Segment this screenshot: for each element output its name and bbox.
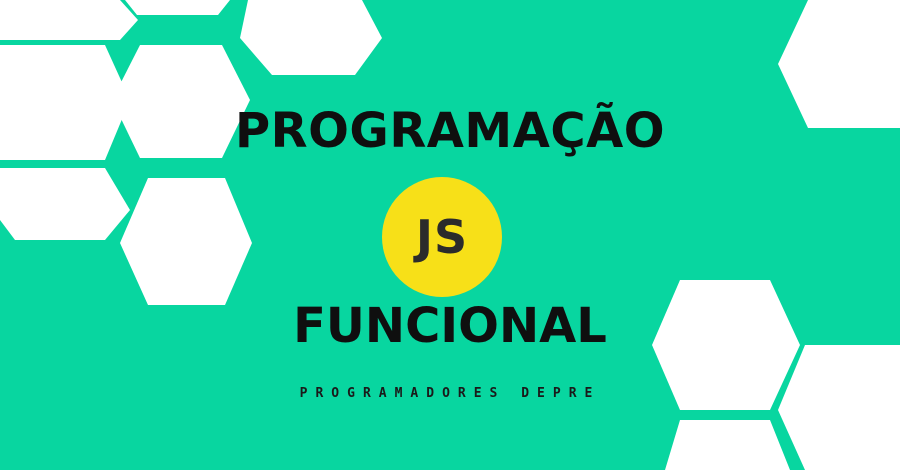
js-logo-text: JS: [415, 210, 469, 264]
hexagon-left-7: [120, 178, 252, 305]
hexagon-left-3: [240, 0, 382, 75]
title-programacao: PROGRAMAÇÃO: [234, 103, 666, 159]
title-funcional: FUNCIONAL: [293, 298, 607, 354]
hexagon-right-3: [665, 420, 790, 470]
hexagon-right-2: [778, 345, 900, 470]
hexagon-left-2: [125, 0, 230, 15]
subtitle-programadores-depre: PROGRAMADORES DEPRE: [299, 386, 601, 401]
hexagon-left-1: [0, 0, 138, 40]
hexagon-left-6: [0, 168, 130, 240]
banner: PROGRAMAÇÃO JS FUNCIONAL PROGRAMADORES D…: [0, 0, 900, 470]
js-logo: JS: [382, 177, 502, 297]
